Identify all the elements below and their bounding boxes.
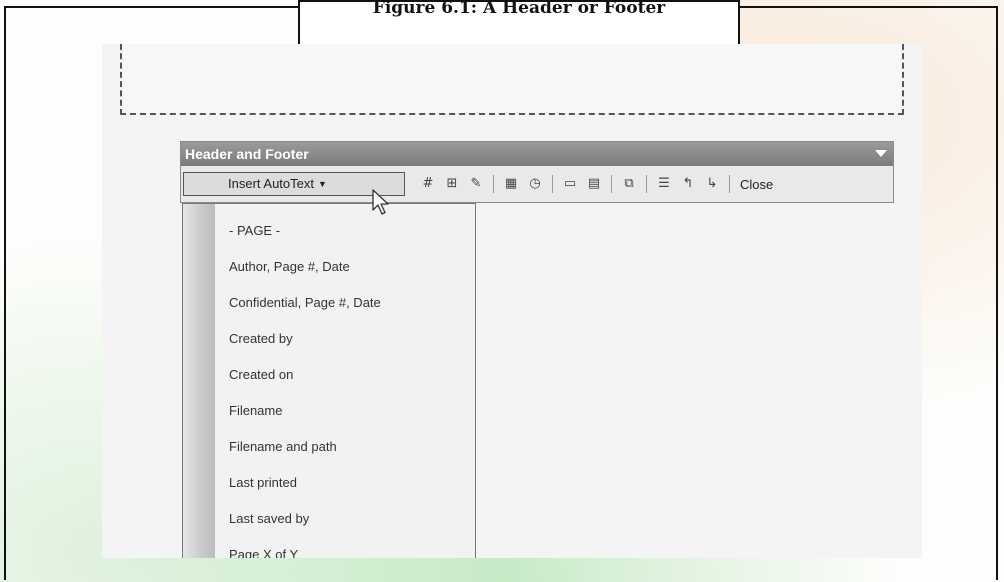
toolbar-separator — [493, 175, 494, 193]
chevron-down-icon: ▼ — [318, 179, 327, 189]
menu-item-created-on[interactable]: Created on — [229, 364, 469, 386]
switch-header-footer-icon[interactable]: ☰ — [655, 175, 673, 193]
toolbar-separator — [646, 175, 647, 193]
mouse-pointer-icon — [372, 189, 389, 215]
insert-date-icon[interactable]: ▦ — [502, 175, 520, 193]
toolbar-buttons: # ⊞ ✎ ▦ ◷ ▭ ▤ ⧉ ☰ ↰ ↳ Close — [419, 172, 773, 196]
show-previous-icon[interactable]: ↰ — [679, 175, 697, 193]
menu-item-last-saved-by[interactable]: Last saved by — [229, 508, 469, 530]
show-next-icon[interactable]: ↳ — [703, 175, 721, 193]
toolbar-separator — [552, 175, 553, 193]
figure-caption-box: Figure 6.1: A Header or Footer — [298, 0, 740, 48]
header-footer-toolbar: Header and Footer Insert AutoText ▼ # ⊞ ✎… — [180, 141, 894, 203]
toolbar-title: Header and Footer — [181, 142, 893, 166]
menu-item-author-page-date[interactable]: Author, Page #, Date — [229, 256, 469, 278]
header-area[interactable] — [120, 44, 904, 115]
menu-item-page[interactable]: - PAGE - — [229, 220, 469, 242]
menu-gutter — [183, 204, 215, 558]
figure-caption: Figure 6.1: A Header or Footer — [372, 0, 666, 18]
insert-page-number-icon[interactable]: # — [419, 175, 437, 193]
toolbar-separator — [729, 175, 730, 193]
menu-item-filename[interactable]: Filename — [229, 400, 469, 422]
menu-item-page-x-of-y[interactable]: Page X of Y — [229, 544, 469, 558]
menu-item-filename-and-path[interactable]: Filename and path — [229, 436, 469, 458]
toolbar-options-icon[interactable] — [875, 150, 887, 157]
menu-item-created-by[interactable]: Created by — [229, 328, 469, 350]
autotext-dropdown-menu: - PAGE - Author, Page #, Date Confidenti… — [182, 203, 476, 558]
insert-number-of-pages-icon[interactable]: ⊞ — [443, 175, 461, 193]
insert-time-icon[interactable]: ◷ — [526, 175, 544, 193]
close-button[interactable]: Close — [740, 177, 773, 192]
same-as-previous-icon[interactable]: ⧉ — [620, 175, 638, 193]
toolbar-separator — [611, 175, 612, 193]
format-page-number-icon[interactable]: ✎ — [467, 175, 485, 193]
show-hide-document-text-icon[interactable]: ▤ — [585, 175, 603, 193]
menu-item-confidential-page-date[interactable]: Confidential, Page #, Date — [229, 292, 469, 314]
word-screenshot: Header and Footer Insert AutoText ▼ # ⊞ ✎… — [102, 44, 922, 558]
menu-item-last-printed[interactable]: Last printed — [229, 472, 469, 494]
insert-autotext-label: Insert AutoText — [228, 176, 314, 191]
page-setup-icon[interactable]: ▭ — [561, 175, 579, 193]
